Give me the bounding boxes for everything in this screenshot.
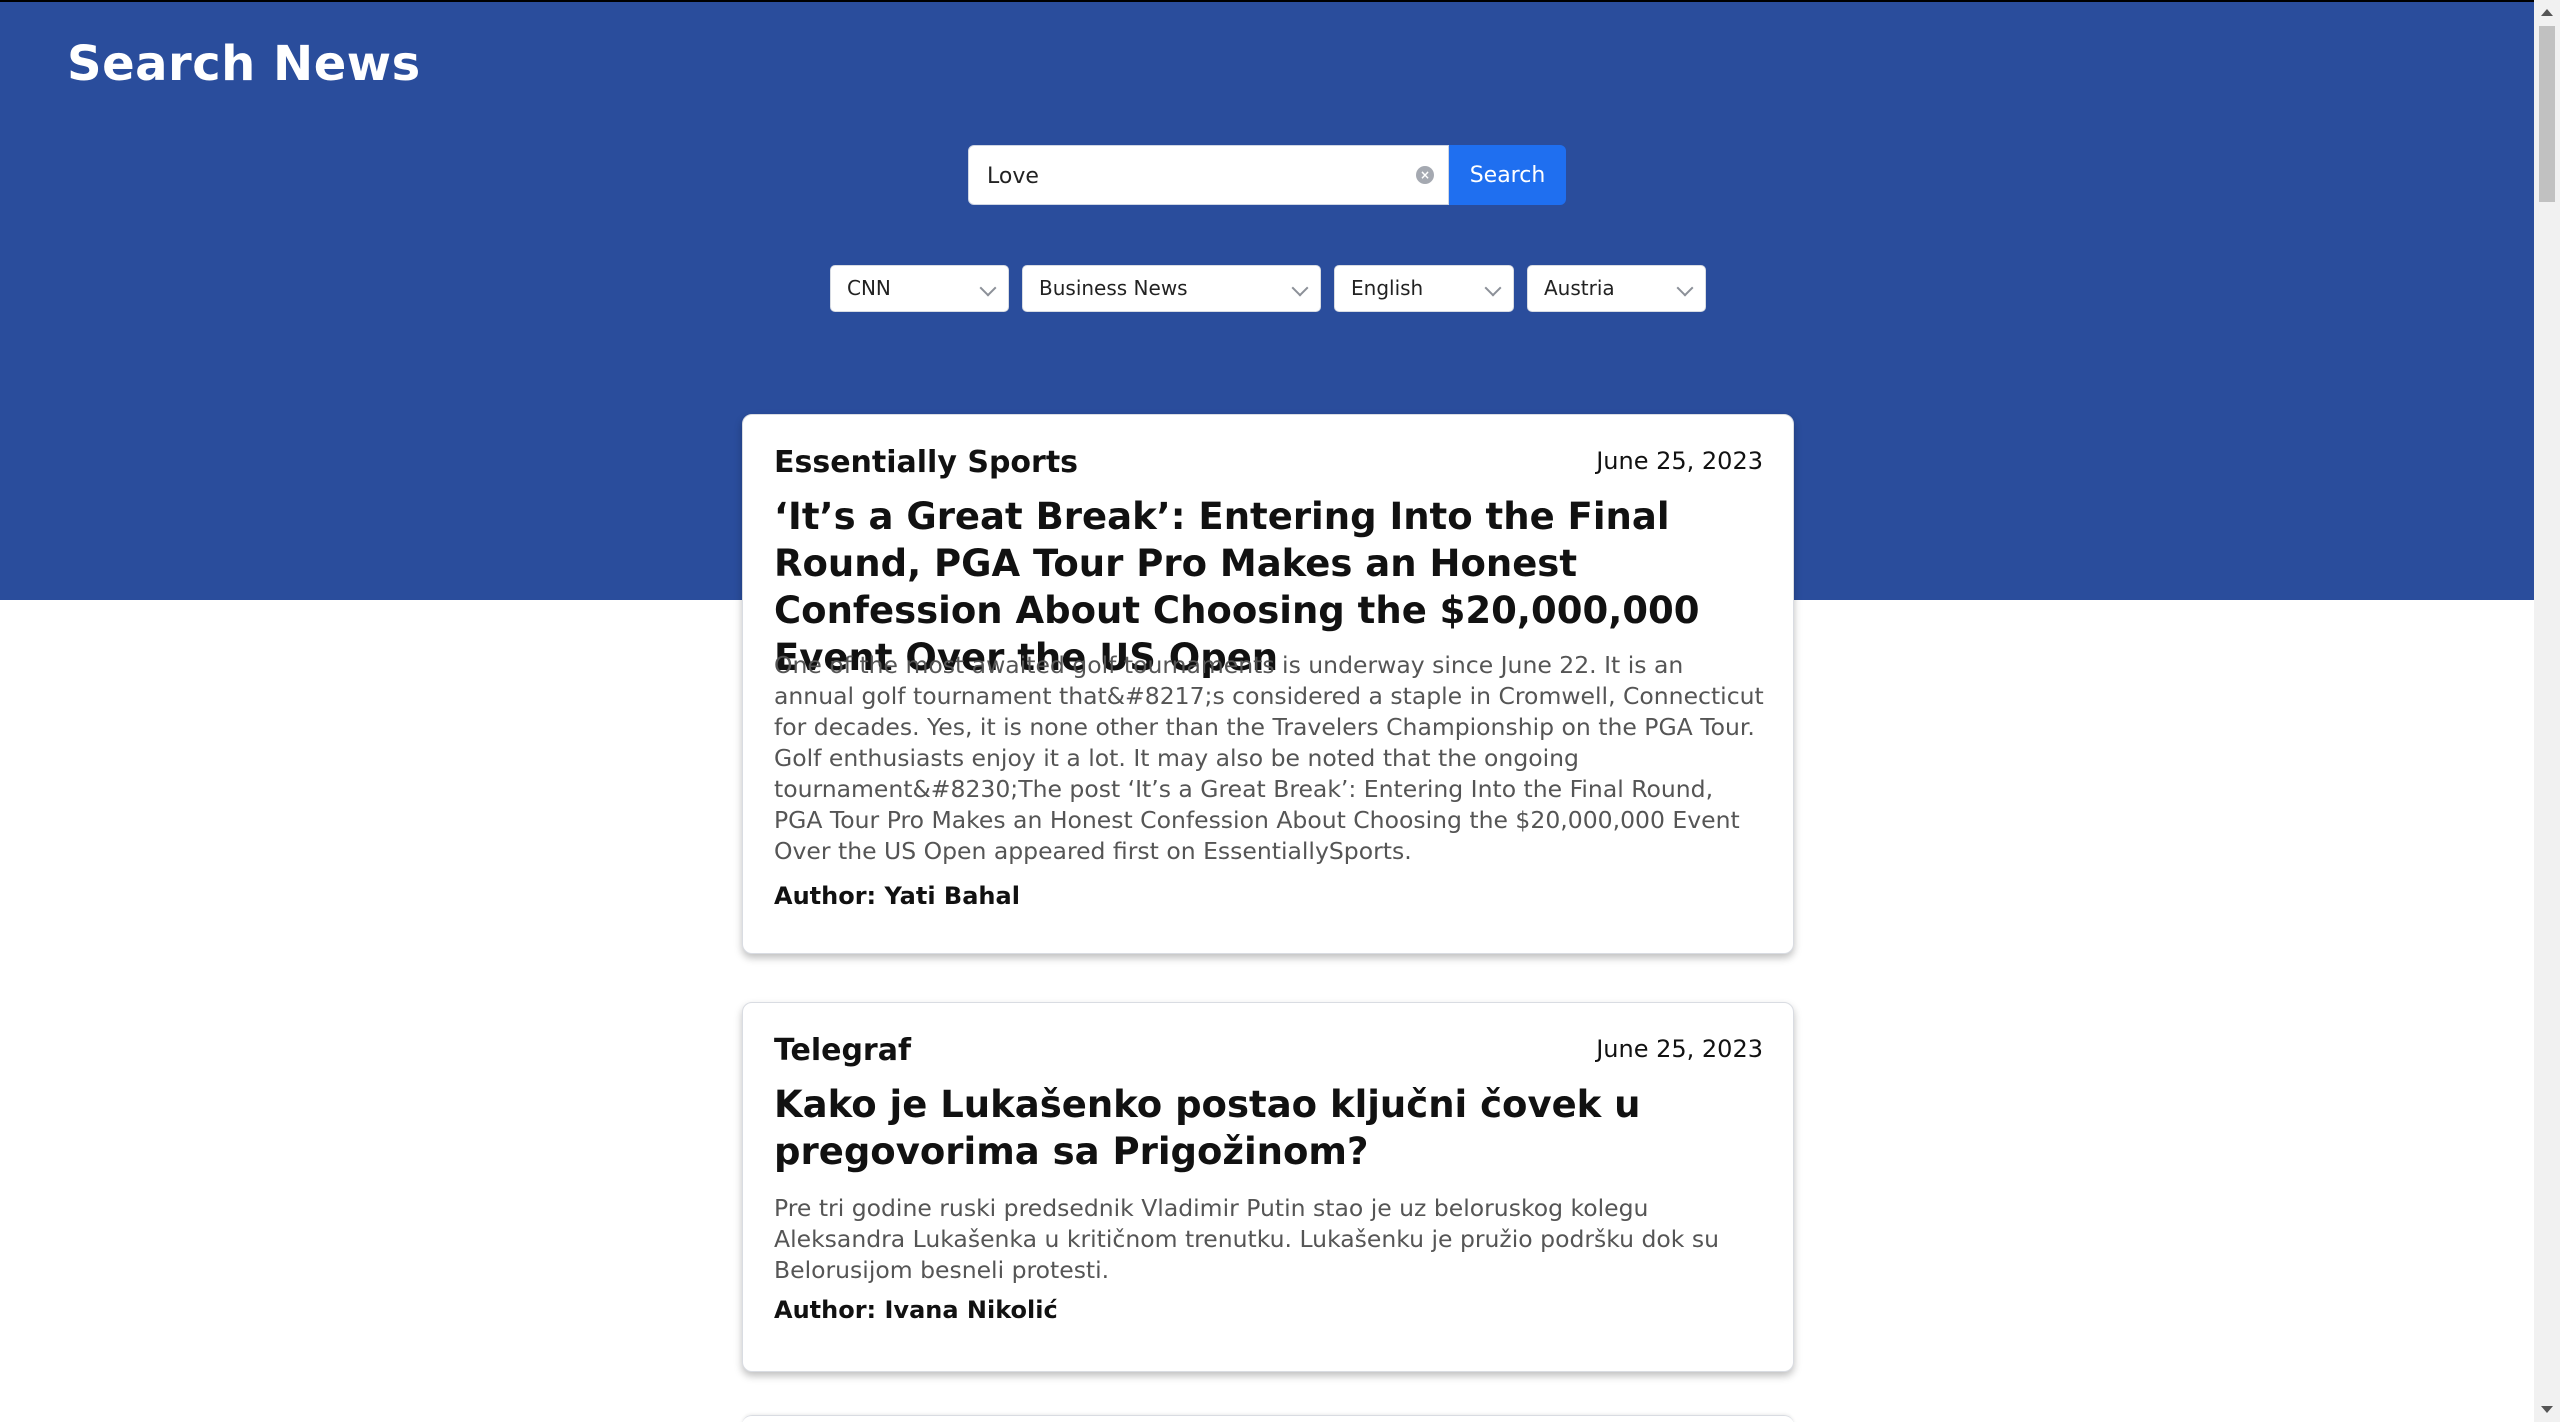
language-select[interactable]: English [1334,265,1514,312]
search-bar: × Search [968,145,1566,206]
article-description: One of the most awaited golf tournaments… [774,651,1764,865]
category-select-value: Business News [1039,276,1188,300]
article-title[interactable]: Kako je Lukašenko postao ključni čovek u… [774,1081,1774,1175]
news-search-page: Search News × Search CNN Business News E… [0,0,2560,1422]
chevron-down-icon [1676,279,1694,297]
scroll-down-arrow-icon[interactable] [2541,1406,2553,1413]
vertical-scrollbar[interactable] [2534,0,2560,1422]
country-select-value: Austria [1544,276,1615,300]
article-card[interactable]: Essentially Sports June 25, 2023 ‘It’s a… [742,414,1794,954]
source-select-value: CNN [847,276,891,300]
page-title: Search News [67,36,421,92]
scroll-up-arrow-icon[interactable] [2541,9,2553,16]
article-card[interactable]: Telegraf June 25, 2023 Kako je Lukašenko… [742,1002,1794,1372]
category-select[interactable]: Business News [1022,265,1321,312]
article-source: Essentially Sports [774,445,1079,480]
article-description: Pre tri godine ruski predsednik Vladimir… [774,1194,1720,1284]
language-select-value: English [1351,276,1424,300]
clear-icon[interactable]: × [1416,166,1434,184]
filters-row: CNN Business News English Austria [0,265,2534,312]
article-date: June 25, 2023 [1596,447,1763,475]
search-button[interactable]: Search [1449,145,1566,205]
chevron-down-icon [979,279,997,297]
chevron-down-icon [1484,279,1502,297]
article-date: June 25, 2023 [1596,1035,1763,1063]
article-card-partial [742,1415,1794,1422]
country-select[interactable]: Austria [1527,265,1706,312]
article-author: Author: Yati Bahal [774,882,1020,910]
search-field[interactable]: × [968,145,1449,206]
article-source: Telegraf [774,1033,912,1068]
search-input[interactable] [985,146,1409,206]
chevron-down-icon [1291,279,1309,297]
article-author: Author: Ivana Nikolić [774,1296,1058,1324]
scrollbar-thumb[interactable] [2539,26,2555,202]
source-select[interactable]: CNN [830,265,1009,312]
